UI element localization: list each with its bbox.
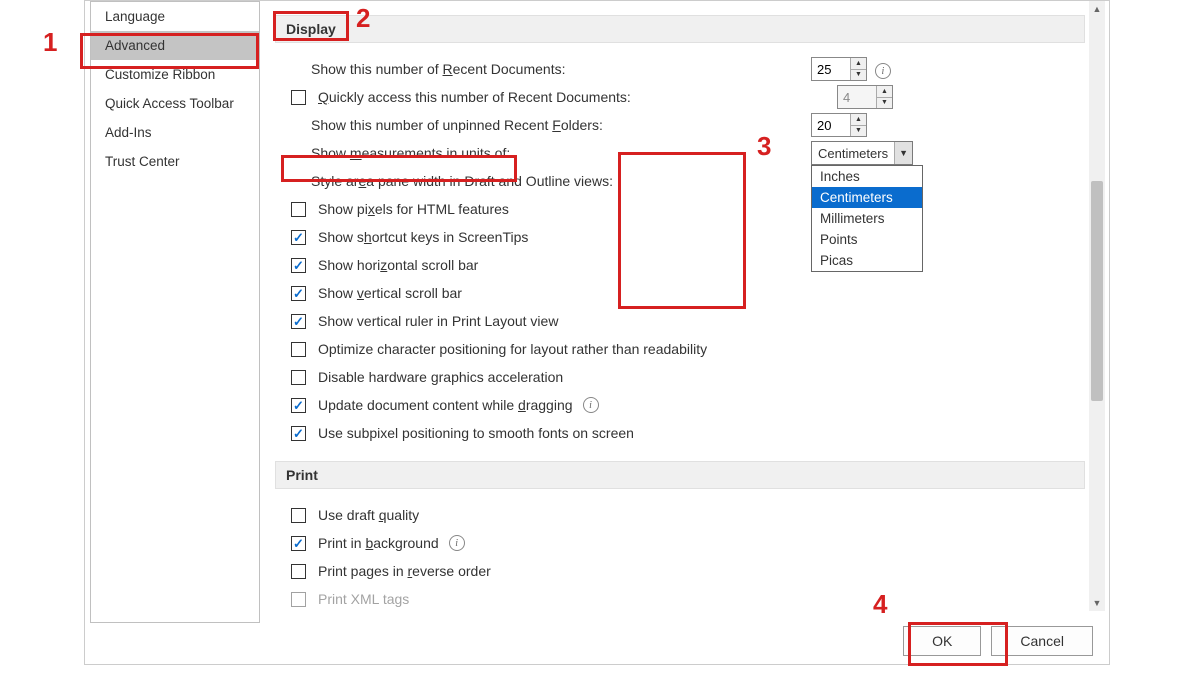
row-subpixel: Use subpixel positioning to smooth fonts… bbox=[275, 419, 1085, 447]
info-icon[interactable]: i bbox=[449, 535, 465, 551]
checkbox-disable-hw-graphics[interactable] bbox=[291, 370, 306, 385]
spinner-up-icon[interactable]: ▲ bbox=[851, 114, 866, 126]
label-measurement-units: Show measurements in units of: bbox=[311, 145, 510, 161]
sidebar-item-language[interactable]: Language bbox=[91, 2, 259, 31]
options-sidebar: Language Advanced Customize Ribbon Quick… bbox=[90, 1, 260, 623]
row-disable-hw-graphics: Disable hardware graphics acceleration bbox=[275, 363, 1085, 391]
row-print-reverse: Print pages in reverse order bbox=[275, 557, 1085, 585]
checkbox-print-xml[interactable] bbox=[291, 592, 306, 607]
label-vertical-ruler: Show vertical ruler in Print Layout view bbox=[318, 313, 558, 329]
checkbox-shortcut-keys[interactable] bbox=[291, 230, 306, 245]
dropdown-option-points[interactable]: Points bbox=[812, 229, 922, 250]
input-recent-folders[interactable] bbox=[812, 114, 850, 136]
checkbox-vertical-ruler[interactable] bbox=[291, 314, 306, 329]
sidebar-item-quick-access-toolbar[interactable]: Quick Access Toolbar bbox=[91, 89, 259, 118]
row-draft-quality: Use draft quality bbox=[275, 501, 1085, 529]
dialog-footer: OK Cancel bbox=[903, 626, 1093, 656]
section-header-display: Display bbox=[275, 15, 1085, 43]
checkbox-vertical-scroll[interactable] bbox=[291, 286, 306, 301]
spinner-down-icon: ▼ bbox=[877, 98, 892, 109]
callout-number-4: 4 bbox=[873, 589, 887, 620]
section-header-print: Print bbox=[275, 461, 1085, 489]
label-horizontal-scroll: Show horizontal scroll bar bbox=[318, 257, 478, 273]
callout-number-1: 1 bbox=[43, 27, 57, 58]
checkbox-show-pixels[interactable] bbox=[291, 202, 306, 217]
callout-number-2: 2 bbox=[356, 3, 370, 34]
sidebar-item-trust-center[interactable]: Trust Center bbox=[91, 147, 259, 176]
label-recent-documents: Show this number of Recent Documents: bbox=[311, 61, 565, 77]
label-disable-hw-graphics: Disable hardware graphics acceleration bbox=[318, 369, 563, 385]
dropdown-measurement-units: Inches Centimeters Millimeters Points Pi… bbox=[811, 165, 923, 272]
row-recent-documents: Show this number of Recent Documents: ▲▼… bbox=[275, 55, 1085, 83]
label-print-xml: Print XML tags bbox=[318, 591, 409, 607]
row-horizontal-scroll: Show horizontal scroll bar bbox=[275, 251, 1085, 279]
spinner-up-icon: ▲ bbox=[877, 86, 892, 98]
checkbox-optimize-positioning[interactable] bbox=[291, 342, 306, 357]
spinner-down-icon[interactable]: ▼ bbox=[851, 70, 866, 81]
row-print-xml-partial: Print XML tags bbox=[275, 585, 1085, 611]
label-recent-folders: Show this number of unpinned Recent Fold… bbox=[311, 117, 603, 133]
label-vertical-scroll: Show vertical scroll bar bbox=[318, 285, 462, 301]
row-vertical-ruler: Show vertical ruler in Print Layout view bbox=[275, 307, 1085, 335]
label-draft-quality: Use draft quality bbox=[318, 507, 419, 523]
dropdown-option-inches[interactable]: Inches bbox=[812, 166, 922, 187]
input-quick-access bbox=[838, 86, 876, 108]
label-shortcut-keys: Show shortcut keys in ScreenTips bbox=[318, 229, 528, 245]
label-print-background: Print in background bbox=[318, 535, 439, 551]
dropdown-option-millimeters[interactable]: Millimeters bbox=[812, 208, 922, 229]
content-scrollbar[interactable]: ▲ ▼ bbox=[1089, 1, 1105, 611]
scrollbar-thumb[interactable] bbox=[1091, 181, 1103, 401]
checkbox-subpixel[interactable] bbox=[291, 426, 306, 441]
callout-number-3: 3 bbox=[757, 131, 771, 162]
spinner-recent-folders[interactable]: ▲▼ bbox=[811, 113, 867, 137]
row-vertical-scroll: Show vertical scroll bar bbox=[275, 279, 1085, 307]
row-shortcut-keys: Show shortcut keys in ScreenTips bbox=[275, 223, 1085, 251]
label-optimize-positioning: Optimize character positioning for layou… bbox=[318, 341, 707, 357]
checkbox-draft-quality[interactable] bbox=[291, 508, 306, 523]
label-style-area-width: Style area pane width in Draft and Outli… bbox=[311, 173, 613, 189]
row-optimize-positioning: Optimize character positioning for layou… bbox=[275, 335, 1085, 363]
checkbox-update-dragging[interactable] bbox=[291, 398, 306, 413]
spinner-up-icon[interactable]: ▲ bbox=[851, 58, 866, 70]
row-print-background: Print in background i bbox=[275, 529, 1085, 557]
spinner-quick-access: ▲▼ bbox=[837, 85, 893, 109]
sidebar-item-advanced[interactable]: Advanced bbox=[91, 31, 259, 60]
spinner-down-icon[interactable]: ▼ bbox=[851, 126, 866, 137]
cancel-button[interactable]: Cancel bbox=[991, 626, 1093, 656]
scroll-up-icon[interactable]: ▲ bbox=[1089, 1, 1105, 17]
info-icon[interactable]: i bbox=[875, 63, 891, 79]
sidebar-item-add-ins[interactable]: Add-Ins bbox=[91, 118, 259, 147]
dropdown-option-picas[interactable]: Picas bbox=[812, 250, 922, 271]
row-recent-folders: Show this number of unpinned Recent Fold… bbox=[275, 111, 1085, 139]
spinner-recent-documents[interactable]: ▲▼ bbox=[811, 57, 867, 81]
options-dialog: Language Advanced Customize Ribbon Quick… bbox=[84, 0, 1110, 665]
ok-button[interactable]: OK bbox=[903, 626, 981, 656]
checkbox-print-reverse[interactable] bbox=[291, 564, 306, 579]
checkbox-quick-access[interactable] bbox=[291, 90, 306, 105]
checkbox-horizontal-scroll[interactable] bbox=[291, 258, 306, 273]
row-quick-access-recent: Quickly access this number of Recent Doc… bbox=[275, 83, 1085, 111]
select-measurement-units[interactable]: Centimeters ▼ Inches Centimeters Millime… bbox=[811, 141, 913, 165]
label-quick-access: Quickly access this number of Recent Doc… bbox=[318, 89, 631, 105]
row-update-dragging: Update document content while dragging i bbox=[275, 391, 1085, 419]
options-content: Display Show this number of Recent Docum… bbox=[275, 1, 1085, 611]
label-update-dragging: Update document content while dragging bbox=[318, 397, 573, 413]
label-show-pixels: Show pixels for HTML features bbox=[318, 201, 509, 217]
info-icon[interactable]: i bbox=[583, 397, 599, 413]
input-recent-documents[interactable] bbox=[812, 58, 850, 80]
row-style-area-width: Style area pane width in Draft and Outli… bbox=[275, 167, 1085, 195]
scroll-down-icon[interactable]: ▼ bbox=[1089, 595, 1105, 611]
select-value: Centimeters bbox=[812, 144, 894, 163]
label-subpixel: Use subpixel positioning to smooth fonts… bbox=[318, 425, 634, 441]
sidebar-item-customize-ribbon[interactable]: Customize Ribbon bbox=[91, 60, 259, 89]
dropdown-option-centimeters[interactable]: Centimeters bbox=[812, 187, 922, 208]
row-measurement-units: Show measurements in units of: Centimete… bbox=[275, 139, 1085, 167]
checkbox-print-background[interactable] bbox=[291, 536, 306, 551]
label-print-reverse: Print pages in reverse order bbox=[318, 563, 491, 579]
row-show-pixels-html: Show pixels for HTML features bbox=[275, 195, 1085, 223]
chevron-down-icon[interactable]: ▼ bbox=[894, 142, 912, 164]
